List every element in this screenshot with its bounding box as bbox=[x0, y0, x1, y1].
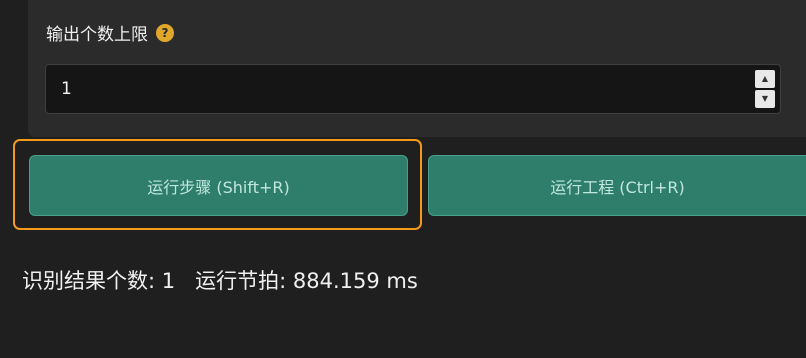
spin-up-icon[interactable]: ▲ bbox=[755, 70, 775, 88]
question-circle-icon[interactable]: ? bbox=[156, 23, 174, 42]
spinbox-buttons: ▲ ▼ bbox=[755, 70, 775, 108]
output-limit-label-row: 输出个数上限 ? bbox=[46, 20, 174, 45]
run-step-button[interactable]: 运行步骤 (Shift+R) bbox=[29, 155, 408, 216]
cycle-time: 运行节拍: 884.159 ms bbox=[195, 269, 418, 293]
spin-down-icon[interactable]: ▼ bbox=[755, 90, 775, 108]
result-count: 识别结果个数: 1 bbox=[22, 269, 176, 293]
output-limit-spinbox[interactable]: 1 ▲ ▼ bbox=[45, 64, 781, 114]
output-limit-label: 输出个数上限 bbox=[46, 25, 148, 45]
run-project-button[interactable]: 运行工程 (Ctrl+R) bbox=[428, 155, 806, 216]
status-line: 识别结果个数: 1 运行节拍: 884.159 ms bbox=[22, 265, 418, 295]
parameter-panel: 输出个数上限 ? 1 ▲ ▼ bbox=[28, 0, 806, 137]
output-limit-value[interactable]: 1 bbox=[61, 79, 72, 99]
